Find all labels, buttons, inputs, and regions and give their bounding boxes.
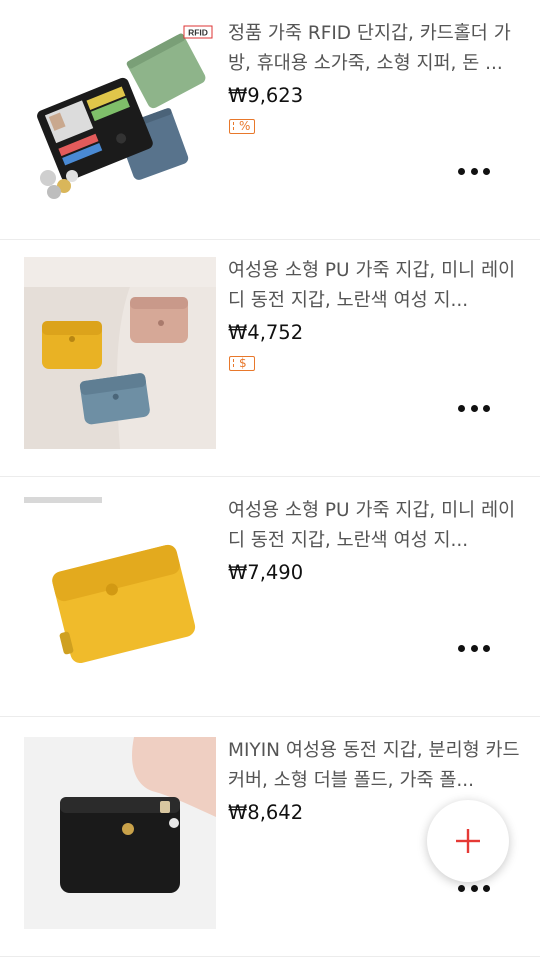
product-title[interactable]: 여성용 소형 PU 가죽 지갑, 미니 레이디 동전 지갑, 노란색 여성 지.… xyxy=(228,256,528,316)
add-button[interactable] xyxy=(427,800,509,882)
rfid-image-label: RFID xyxy=(188,28,208,38)
product-image-rfid-wallet[interactable]: RFID xyxy=(24,20,216,212)
price-badge: $ xyxy=(229,356,255,371)
product-price: ₩8,642 xyxy=(228,801,304,824)
more-options-button[interactable] xyxy=(458,881,490,895)
discount-badge: % xyxy=(229,119,255,134)
badge-symbol: $ xyxy=(239,356,247,370)
product-item[interactable]: 여성용 소형 PU 가죽 지갑, 미니 레이디 동전 지갑, 노란색 여성 지.… xyxy=(0,477,540,717)
product-title[interactable]: 여성용 소형 PU 가죽 지갑, 미니 레이디 동전 지갑, 노란색 여성 지.… xyxy=(228,496,528,556)
product-title[interactable]: MIYIN 여성용 동전 지갑, 분리형 카드 커버, 소형 더블 폴드, 가죽… xyxy=(228,736,528,796)
product-image-black-wallet[interactable] xyxy=(24,737,216,929)
product-title[interactable]: 정품 가죽 RFID 단지갑, 카드홀더 가방, 휴대용 소가죽, 소형 지퍼,… xyxy=(228,19,528,79)
more-options-button[interactable] xyxy=(458,401,490,415)
more-options-button[interactable] xyxy=(458,164,490,178)
product-item[interactable]: RFID 정품 가죽 RFID 단지갑, 카드홀더 가방, 휴대용 소가죽, 소… xyxy=(0,0,540,240)
badge-symbol: % xyxy=(239,119,251,133)
product-image-pu-wallets[interactable] xyxy=(24,257,216,449)
product-price: ₩9,623 xyxy=(228,84,304,107)
plus-icon xyxy=(456,829,480,853)
product-item[interactable]: 여성용 소형 PU 가죽 지갑, 미니 레이디 동전 지갑, 노란색 여성 지.… xyxy=(0,237,540,477)
product-price: ₩4,752 xyxy=(228,321,304,344)
product-image-yellow-wallet[interactable] xyxy=(24,497,216,689)
more-options-button[interactable] xyxy=(458,641,490,655)
product-price: ₩7,490 xyxy=(228,561,304,584)
